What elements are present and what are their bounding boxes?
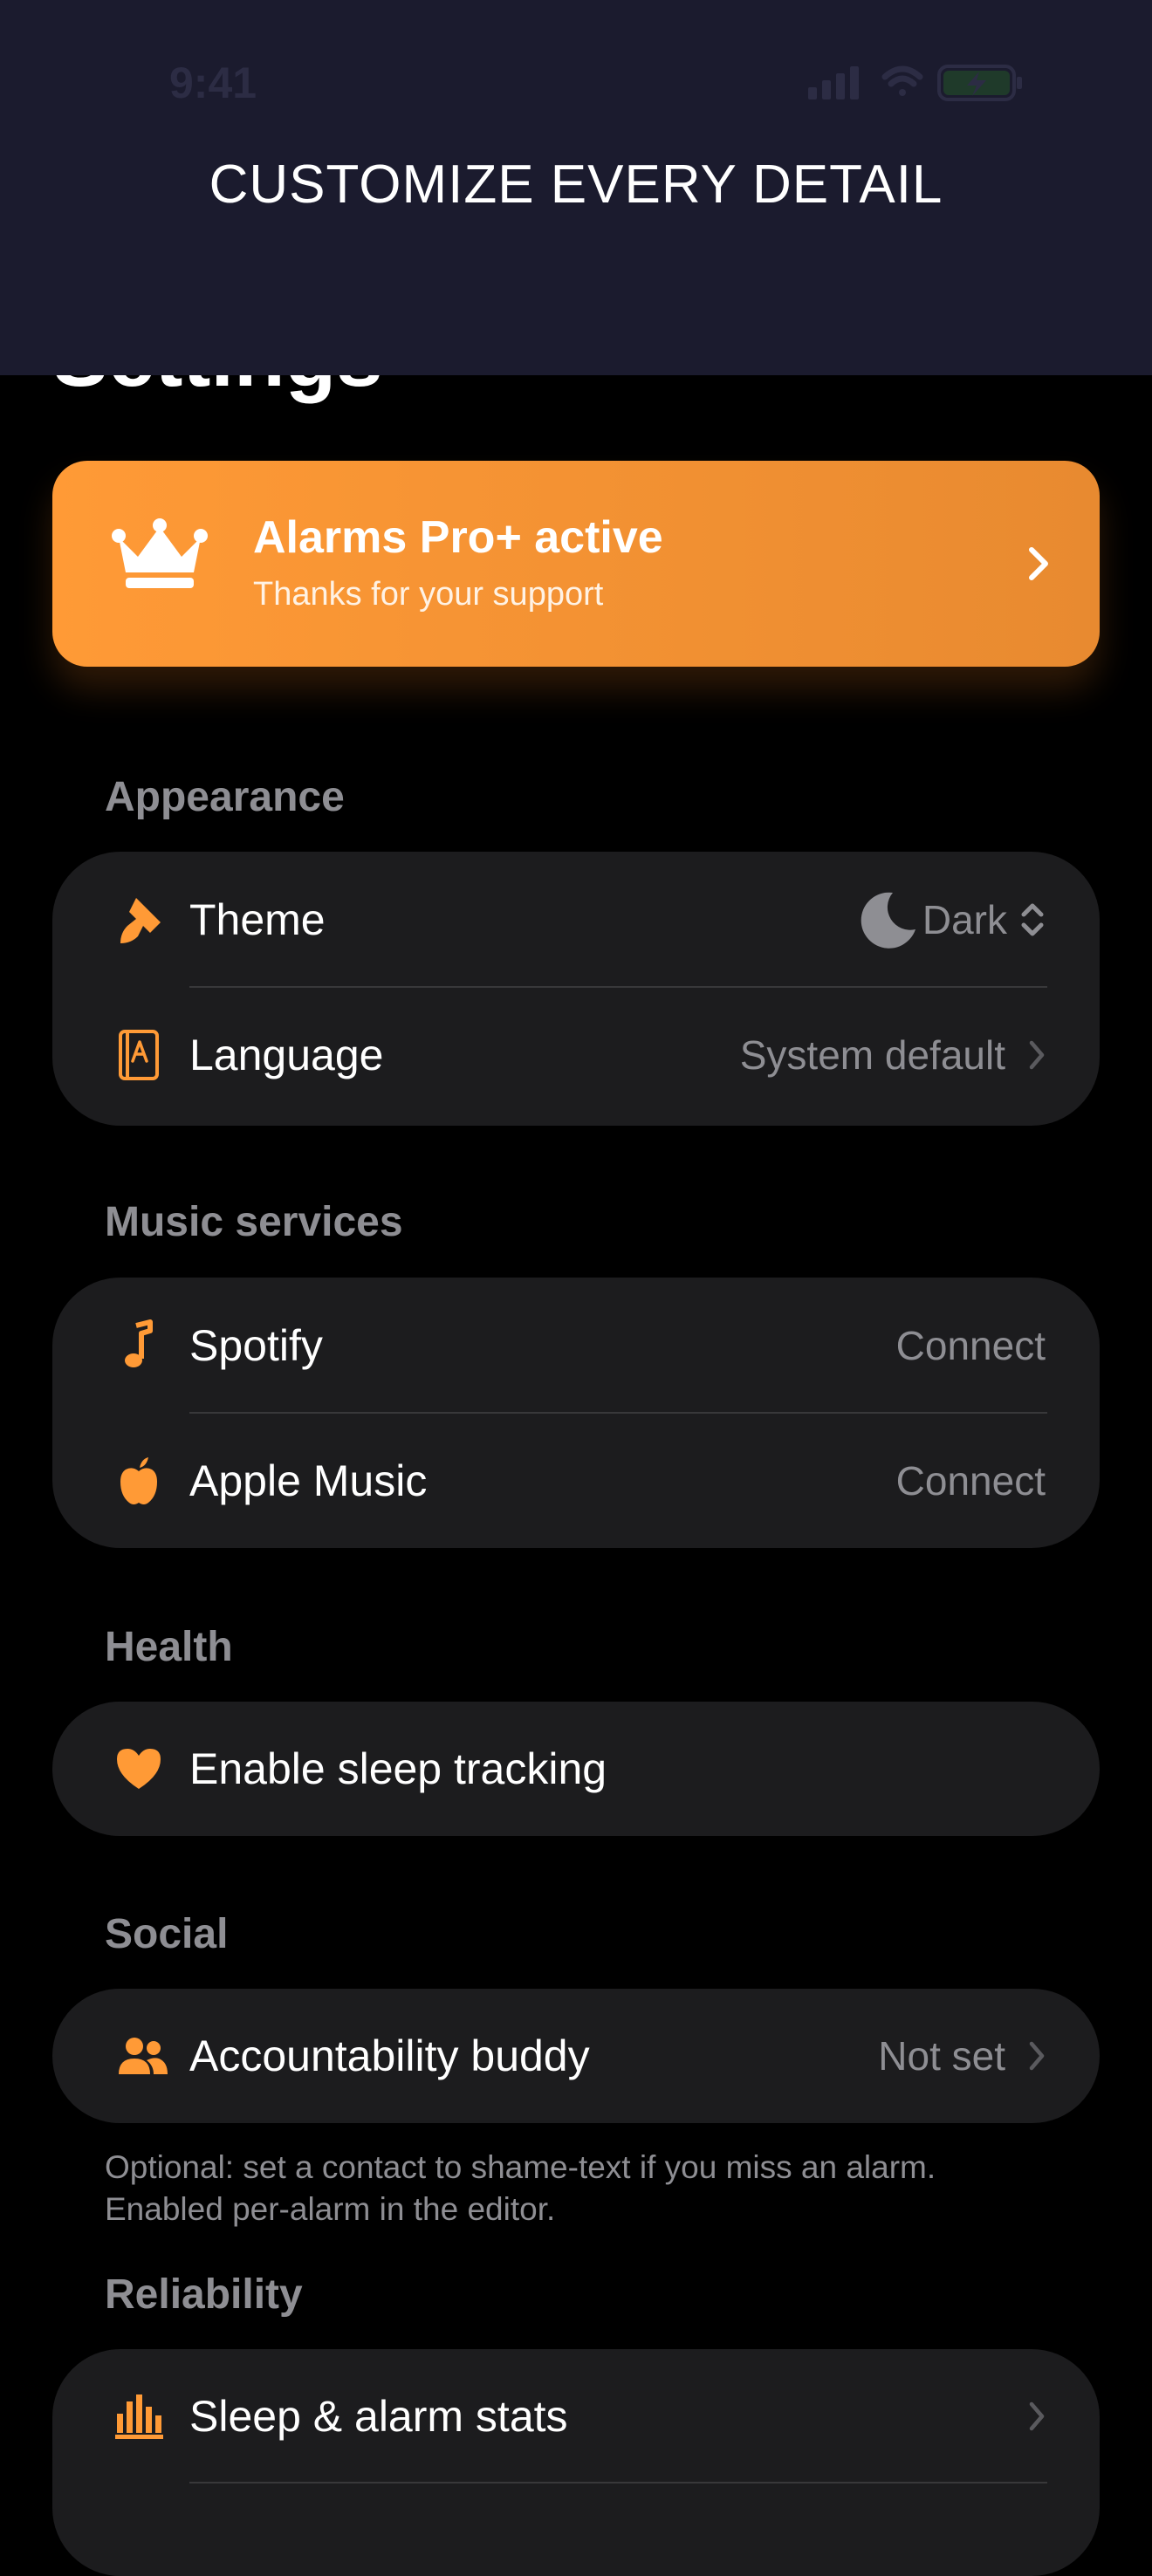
- section-label-social: Social: [105, 1911, 229, 1957]
- language-value: System default: [740, 1031, 1046, 1079]
- sleep-tracking-label: Enable sleep tracking: [189, 1744, 607, 1793]
- language-row[interactable]: Language System default: [52, 988, 1100, 1122]
- moon-icon: [861, 892, 915, 949]
- chevron-right-icon: [1029, 2041, 1045, 2071]
- language-value-text: System default: [739, 1032, 1005, 1078]
- apple-music-label: Apple Music: [189, 1456, 428, 1505]
- status-bar-time: 9:41: [169, 58, 257, 107]
- chevron-right-icon: [1029, 2401, 1045, 2431]
- apple-icon: [120, 1457, 157, 1504]
- heart-icon: [117, 1749, 161, 1789]
- crown-icon: [112, 518, 208, 588]
- sleep-stats-label: Sleep & alarm stats: [189, 2392, 568, 2441]
- banner-title: CUSTOMIZE EVERY DETAIL: [209, 154, 943, 215]
- social-group: Accountability buddy Not set: [52, 1989, 1100, 2123]
- people-icon: [119, 2038, 168, 2074]
- paintbrush-icon: [120, 898, 161, 943]
- reliability-group: Sleep & alarm stats: [52, 2349, 1100, 2576]
- sleep-tracking-row[interactable]: Enable sleep tracking: [52, 1702, 1100, 1836]
- chevron-right-icon: [1029, 547, 1048, 580]
- section-label-reliability: Reliability: [105, 2271, 303, 2318]
- accountability-buddy-row[interactable]: Accountability buddy Not set: [52, 1989, 1100, 2123]
- chevron-right-icon: [1029, 1040, 1045, 1070]
- theme-row[interactable]: Theme Dark: [52, 852, 1100, 988]
- health-group: Enable sleep tracking: [52, 1702, 1100, 1836]
- marketing-banner: 9:41 CUSTOMIZE EVERY DETAIL: [0, 0, 1152, 375]
- section-label-health: Health: [105, 1624, 233, 1670]
- social-footnote: Optional: set a contact to shame-text if…: [105, 2147, 1065, 2230]
- status-bar-icons: [808, 63, 1044, 106]
- wifi-icon: [881, 65, 923, 96]
- pro-status-card[interactable]: Alarms Pro+ active Thanks for your suppo…: [52, 461, 1100, 667]
- section-label-music: Music services: [105, 1199, 403, 1245]
- spotify-row[interactable]: Spotify Connect: [52, 1278, 1100, 1414]
- social-footnote-line1: Optional: set a contact to shame-text if…: [105, 2149, 936, 2185]
- sleep-stats-chevron: [1028, 2401, 1046, 2432]
- battery-charging-icon: [937, 65, 1022, 101]
- music-group: Spotify Connect Apple Music Connect: [52, 1278, 1100, 1548]
- pro-card-subtitle: Thanks for your support: [253, 576, 604, 613]
- accountability-buddy-value: Not set: [878, 2032, 1046, 2079]
- music-note-icon: [125, 1319, 153, 1367]
- apple-music-connect[interactable]: Connect: [896, 1457, 1046, 1504]
- apple-music-row[interactable]: Apple Music Connect: [52, 1414, 1100, 1548]
- theme-label: Theme: [189, 895, 326, 944]
- chart-bars-icon: [115, 2394, 163, 2439]
- theme-value[interactable]: Dark: [858, 889, 1046, 950]
- book-icon: [119, 1030, 159, 1080]
- cellular-signal-icon: [808, 66, 859, 99]
- chevron-up-down-icon: [1021, 903, 1044, 936]
- social-footnote-line2: Enabled per-alarm in the editor.: [105, 2191, 556, 2227]
- accountability-buddy-label: Accountability buddy: [189, 2031, 590, 2080]
- sleep-stats-row[interactable]: Sleep & alarm stats: [52, 2349, 1100, 2484]
- divider: [189, 2482, 1047, 2484]
- spotify-connect[interactable]: Connect: [896, 1322, 1046, 1369]
- theme-value-text: Dark: [922, 897, 1007, 942]
- language-label: Language: [189, 1031, 384, 1079]
- appearance-group: Theme Dark Language System default: [52, 852, 1100, 1126]
- spotify-label: Spotify: [189, 1321, 323, 1370]
- section-label-appearance: Appearance: [105, 774, 345, 820]
- pro-card-title: Alarms Pro+ active: [253, 512, 663, 563]
- accountability-buddy-value-text: Not set: [878, 2033, 1005, 2079]
